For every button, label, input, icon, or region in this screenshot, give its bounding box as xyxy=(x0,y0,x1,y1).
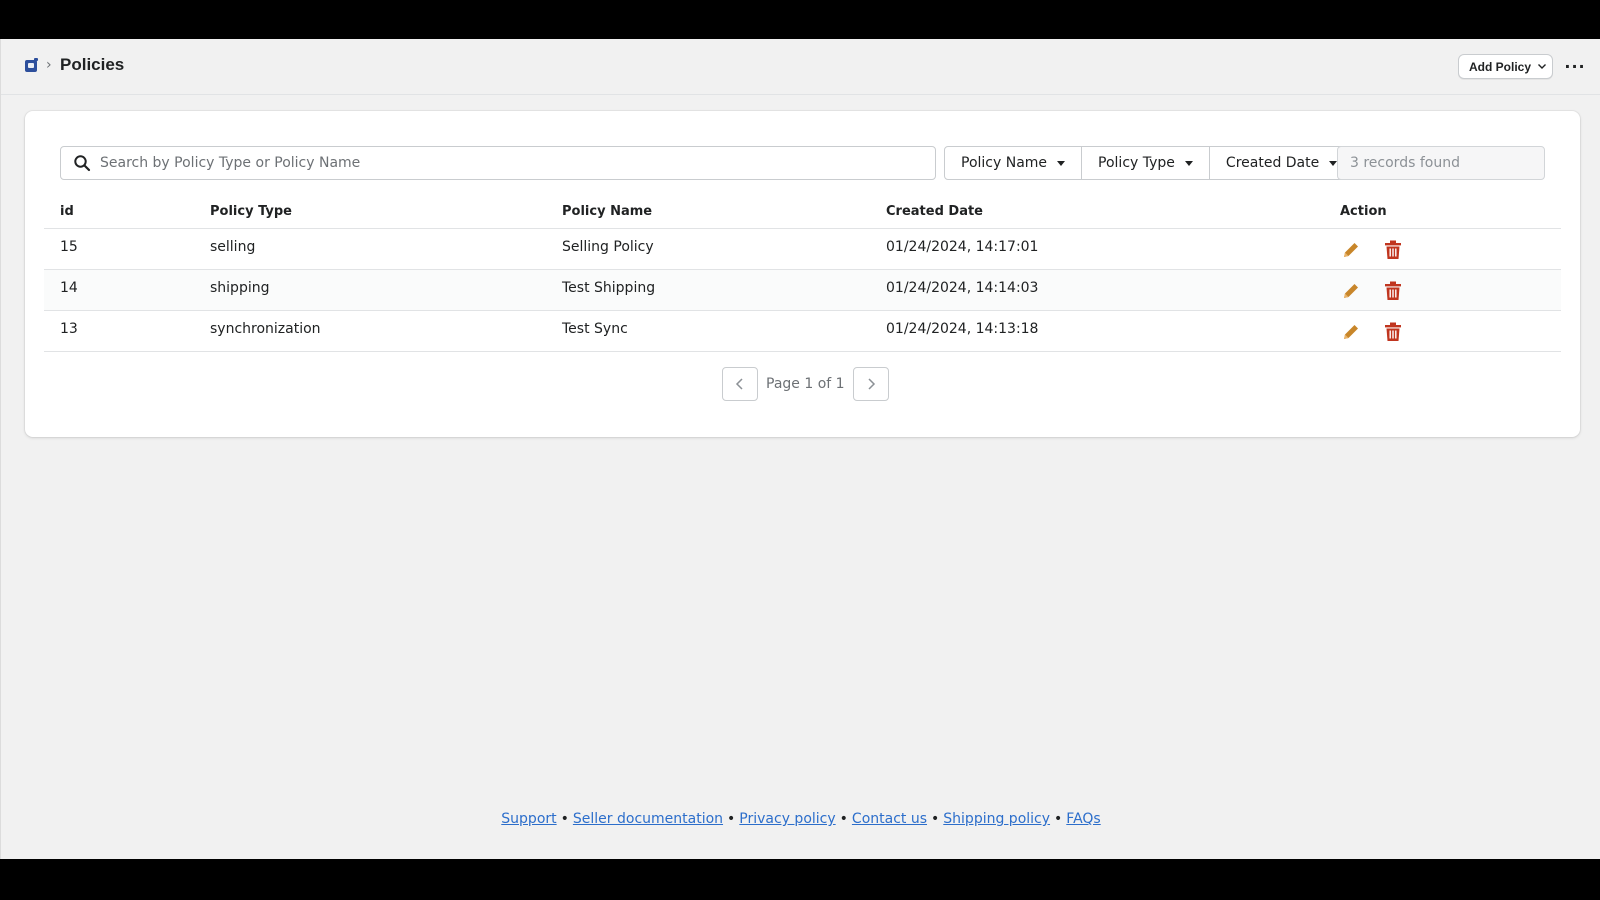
search-icon xyxy=(61,146,91,180)
add-policy-button[interactable]: Add Policy xyxy=(1458,54,1553,79)
footer-separator: • xyxy=(560,811,569,827)
cell-id: 14 xyxy=(60,280,78,296)
cell-id: 13 xyxy=(60,321,78,337)
delete-trash-icon[interactable] xyxy=(1382,321,1404,343)
column-header-policy-type: Policy Type xyxy=(210,204,292,219)
policies-card: Policy Name Policy Type Created Date 3 r… xyxy=(25,111,1580,437)
table-row[interactable]: 14 shipping Test Shipping 01/24/2024, 14… xyxy=(44,270,1561,311)
filter-created-date[interactable]: Created Date xyxy=(1208,146,1355,180)
app-logo-icon[interactable] xyxy=(25,58,39,74)
delete-trash-icon[interactable] xyxy=(1382,239,1404,261)
records-count: 3 records found xyxy=(1337,146,1545,180)
cell-created-date: 01/24/2024, 14:14:03 xyxy=(886,280,1039,296)
next-page-button[interactable] xyxy=(852,367,889,401)
edit-pencil-icon[interactable] xyxy=(1340,239,1362,261)
column-header-policy-name: Policy Name xyxy=(562,204,653,219)
faqs-link[interactable]: FAQs xyxy=(1066,811,1100,827)
chevron-down-icon xyxy=(1537,60,1547,74)
table-row[interactable]: 13 synchronization Test Sync 01/24/2024,… xyxy=(44,311,1561,352)
prev-page-button[interactable] xyxy=(722,367,758,401)
delete-trash-icon[interactable] xyxy=(1382,280,1404,302)
privacy-policy-link[interactable]: Privacy policy xyxy=(739,811,835,827)
add-policy-label: Add Policy xyxy=(1469,59,1532,74)
cell-created-date: 01/24/2024, 14:13:18 xyxy=(886,321,1039,337)
cell-policy-name: Selling Policy xyxy=(562,239,654,255)
app-frame: › Policies Add Policy ··· Policy Name Po… xyxy=(0,39,1600,859)
table-header-row: id Policy Type Policy Name Created Date … xyxy=(44,197,1561,229)
filter-label: Policy Type xyxy=(1098,155,1175,171)
edit-pencil-icon[interactable] xyxy=(1340,280,1362,302)
cell-action xyxy=(1340,270,1404,310)
page-indicator: Page 1 of 1 xyxy=(766,376,845,392)
footer-separator: • xyxy=(839,811,848,827)
cell-action xyxy=(1340,311,1404,351)
column-header-created-date: Created Date xyxy=(886,204,983,219)
filter-label: Created Date xyxy=(1225,155,1320,171)
cell-id: 15 xyxy=(60,239,78,255)
cell-policy-name: Test Sync xyxy=(562,321,628,337)
footer-separator: • xyxy=(727,811,736,827)
top-bar: › Policies Add Policy ··· xyxy=(1,39,1600,95)
edit-pencil-icon[interactable] xyxy=(1340,321,1362,343)
more-actions-button[interactable]: ··· xyxy=(1563,53,1587,79)
breadcrumb-separator: › xyxy=(46,57,52,73)
seller-documentation-link[interactable]: Seller documentation xyxy=(573,811,723,827)
cell-action xyxy=(1340,229,1404,269)
filter-policy-type[interactable]: Policy Type xyxy=(1081,146,1210,180)
contact-us-link[interactable]: Contact us xyxy=(852,811,927,827)
filter-group: Policy Name Policy Type Created Date xyxy=(944,146,1355,180)
caret-down-icon xyxy=(1057,160,1066,166)
cell-policy-name: Test Shipping xyxy=(562,280,656,296)
table-row[interactable]: 15 selling Selling Policy 01/24/2024, 14… xyxy=(44,229,1561,270)
footer-links: Support • Seller documentation • Privacy pol… xyxy=(1,811,1600,827)
support-link[interactable]: Support xyxy=(501,811,556,827)
pagination: Page 1 of 1 xyxy=(722,367,889,401)
column-header-id: id xyxy=(60,204,74,219)
page-title: Policies xyxy=(60,55,125,74)
cell-policy-type: shipping xyxy=(210,280,270,296)
policies-table: id Policy Type Policy Name Created Date … xyxy=(44,197,1561,352)
column-header-action: Action xyxy=(1340,204,1387,219)
footer-separator: • xyxy=(931,811,940,827)
cell-policy-type: selling xyxy=(210,239,256,255)
caret-down-icon xyxy=(1184,160,1193,166)
search-input[interactable] xyxy=(100,148,920,178)
search-box xyxy=(60,146,936,180)
footer-separator: • xyxy=(1054,811,1063,827)
cell-created-date: 01/24/2024, 14:17:01 xyxy=(886,239,1039,255)
filter-policy-name[interactable]: Policy Name xyxy=(944,146,1083,180)
filter-label: Policy Name xyxy=(961,155,1048,171)
cell-policy-type: synchronization xyxy=(210,321,321,337)
shipping-policy-link[interactable]: Shipping policy xyxy=(943,811,1050,827)
